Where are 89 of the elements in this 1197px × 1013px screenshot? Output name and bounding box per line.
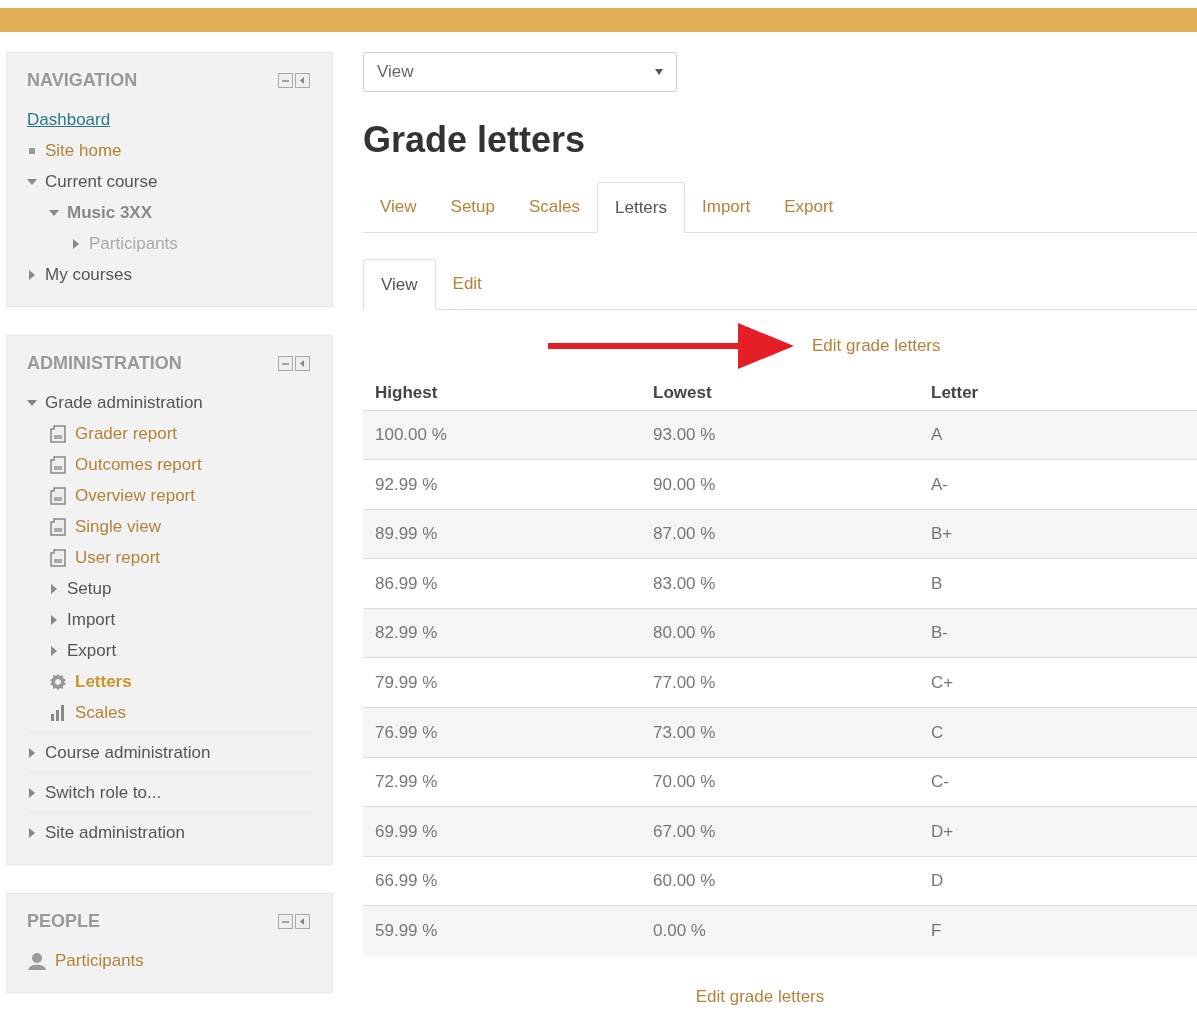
tree-item[interactable]: Dashboard [27, 106, 111, 133]
report-icon [49, 455, 67, 474]
table-cell: B [919, 558, 1197, 609]
column-header: Lowest [641, 376, 919, 410]
dock-icon[interactable] [278, 73, 293, 88]
block-title: ADMINISTRATION [27, 352, 182, 375]
tree-item[interactable]: Setup [67, 575, 112, 602]
tree-item[interactable]: Scales [75, 699, 127, 726]
table-cell: A [919, 410, 1197, 460]
table-cell: 92.99 % [363, 459, 641, 510]
tree-item[interactable]: Grade administration [45, 389, 203, 416]
table-cell: 89.99 % [363, 509, 641, 559]
table-cell: 66.99 % [363, 856, 641, 906]
table-cell: 67.00 % [641, 806, 919, 857]
collapse-icon[interactable] [295, 914, 310, 929]
collapse-icon[interactable] [295, 73, 310, 88]
bar-chart-icon [49, 703, 67, 722]
tree-item[interactable]: Import [67, 606, 116, 633]
table-cell: B+ [919, 509, 1197, 559]
block-title: NAVIGATION [27, 69, 138, 92]
table-cell: C [919, 707, 1197, 758]
page-title: Grade letters [363, 122, 587, 158]
arrow-icon [548, 323, 794, 369]
tree-item[interactable]: Export [67, 637, 117, 664]
tree-item[interactable]: Letters [75, 668, 132, 695]
table-cell: 77.00 % [641, 657, 919, 708]
collapse-icon[interactable] [295, 356, 310, 371]
table-cell: F [919, 905, 1197, 956]
table-cell: C- [919, 757, 1197, 807]
tree-item[interactable]: Overview report [75, 482, 195, 509]
tab[interactable]: Edit [435, 259, 499, 309]
table-cell: D+ [919, 806, 1197, 857]
person-icon [27, 951, 47, 970]
tree-item[interactable]: Site administration [45, 819, 185, 846]
table-cell: 100.00 % [363, 410, 641, 460]
table-cell: 80.00 % [641, 608, 919, 658]
column-header: Letter [919, 376, 1197, 410]
table-cell: 90.00 % [641, 459, 919, 510]
dock-icon[interactable] [278, 356, 293, 371]
tab[interactable]: Letters [597, 182, 685, 233]
table-cell: C+ [919, 657, 1197, 708]
table-cell: 60.00 % [641, 856, 919, 906]
tab[interactable]: View [363, 259, 436, 310]
edit-grade-letters-link[interactable]: Edit grade letters [695, 983, 825, 1010]
tab[interactable]: Scales [512, 182, 597, 232]
tree-item[interactable]: Site home [45, 137, 122, 164]
tab[interactable]: Export [767, 182, 851, 232]
table-cell: 79.99 % [363, 657, 641, 708]
edit-grade-letters-link[interactable]: Edit grade letters [812, 333, 941, 359]
tree-item[interactable]: Participants [89, 230, 178, 257]
tree-item[interactable]: User report [75, 544, 161, 571]
view-select[interactable]: View [363, 52, 677, 92]
table-cell: 72.99 % [363, 757, 641, 807]
report-icon [49, 548, 67, 567]
table-cell: 82.99 % [363, 608, 641, 658]
tree-item[interactable]: Grader report [75, 420, 178, 447]
tree-item[interactable]: Outcomes report [75, 451, 202, 478]
tree-item[interactable]: Single view [75, 513, 161, 540]
tree-item[interactable]: Switch role to... [45, 779, 162, 806]
table-cell: 69.99 % [363, 806, 641, 857]
table-cell: 87.00 % [641, 509, 919, 559]
column-header: Highest [363, 376, 641, 410]
gear-icon [49, 672, 67, 691]
tab[interactable]: Import [685, 182, 768, 232]
table-cell: 76.99 % [363, 707, 641, 758]
table-cell: B- [919, 608, 1197, 658]
table-cell: 70.00 % [641, 757, 919, 807]
dock-icon[interactable] [278, 914, 293, 929]
tab[interactable]: Setup [433, 182, 512, 232]
bullet-icon [29, 147, 35, 154]
tree-item[interactable]: My courses [45, 261, 132, 288]
caret-down-icon [655, 69, 663, 75]
report-icon [49, 424, 67, 443]
table-cell: 59.99 % [363, 905, 641, 956]
table-cell: 0.00 % [641, 905, 919, 956]
tree-item[interactable]: Current course [45, 168, 158, 195]
table-cell: A- [919, 459, 1197, 510]
table-cell: D [919, 856, 1197, 906]
table-cell: 86.99 % [363, 558, 641, 609]
report-icon [49, 517, 67, 536]
table-cell: 93.00 % [641, 410, 919, 460]
tree-item[interactable]: Participants [55, 947, 144, 974]
table-cell: 73.00 % [641, 707, 919, 758]
tree-item[interactable]: Music 3XX [67, 199, 153, 226]
block-title: PEOPLE [27, 910, 101, 933]
report-icon [49, 486, 67, 505]
tree-item[interactable]: Course administration [45, 739, 211, 766]
tab[interactable]: View [363, 182, 434, 232]
table-cell: 83.00 % [641, 558, 919, 609]
